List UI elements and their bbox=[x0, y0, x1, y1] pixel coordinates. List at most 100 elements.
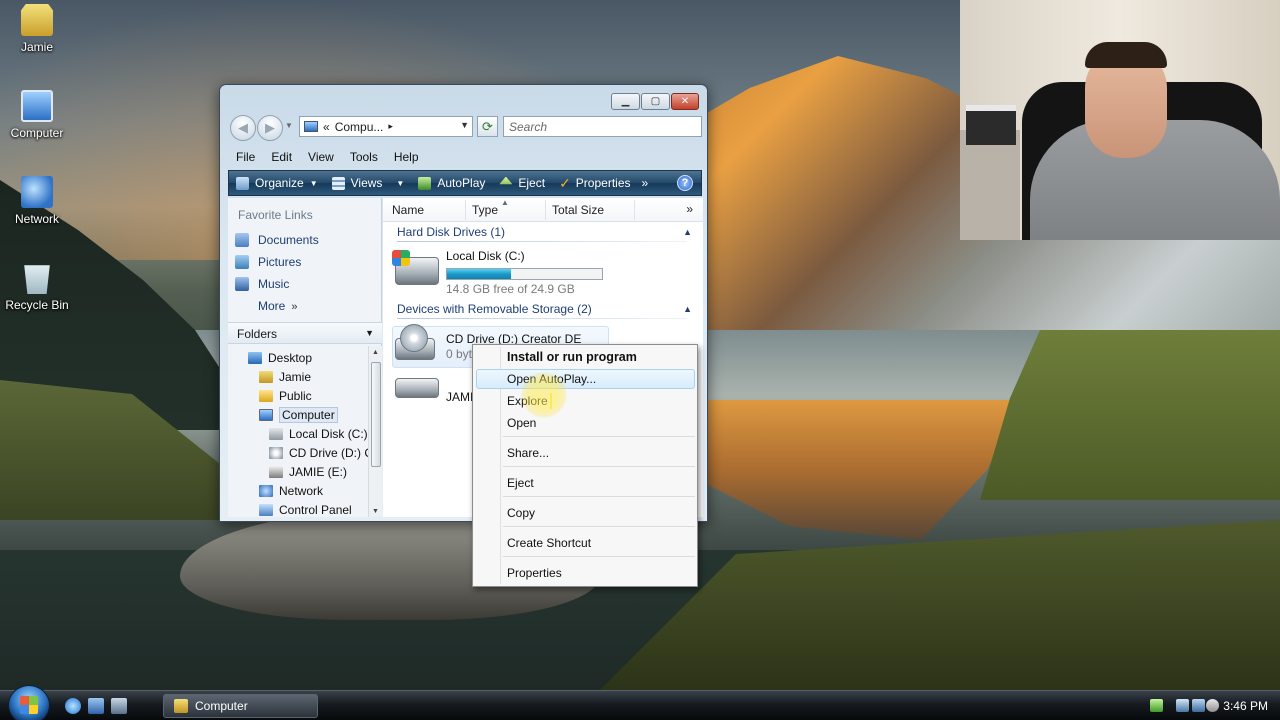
usb-drive-icon[interactable] bbox=[395, 378, 439, 398]
column-divider[interactable] bbox=[465, 200, 466, 220]
desktop-icon-computer[interactable]: Computer bbox=[0, 90, 74, 140]
menu-item-open[interactable]: Open bbox=[507, 416, 536, 430]
menu-item-install-or-run[interactable]: Install or run program bbox=[507, 350, 637, 364]
menu-item-copy[interactable]: Copy bbox=[507, 506, 535, 520]
cd-disc-icon[interactable] bbox=[400, 324, 428, 352]
minimize-button[interactable]: ▁ bbox=[611, 93, 640, 110]
taskbar-button-computer[interactable]: Computer bbox=[163, 694, 318, 718]
properties-button[interactable]: ✓ Properties bbox=[552, 171, 637, 195]
tree-item-desktop[interactable]: Desktop bbox=[248, 348, 312, 367]
tree-item-cd-drive[interactable]: CD Drive (D:) C bbox=[269, 443, 368, 462]
network-icon bbox=[259, 484, 273, 497]
column-name[interactable]: Name bbox=[392, 203, 424, 217]
menu-item-create-shortcut[interactable]: Create Shortcut bbox=[507, 536, 591, 550]
menu-file[interactable]: File bbox=[228, 148, 263, 168]
address-crumb[interactable]: Compu... bbox=[335, 120, 384, 134]
display-icon[interactable] bbox=[1176, 699, 1189, 712]
forward-arrow-icon: ▶ bbox=[265, 120, 275, 135]
menu-separator bbox=[503, 436, 695, 437]
tree-item-network[interactable]: Network bbox=[259, 481, 323, 500]
more-links-button[interactable]: More » bbox=[258, 299, 297, 313]
tree-item-label: Computer bbox=[279, 406, 338, 423]
favorite-pictures[interactable]: Pictures bbox=[235, 255, 301, 269]
tree-item-control-panel[interactable]: Control Panel bbox=[259, 500, 352, 516]
scroll-up-icon[interactable]: ▲ bbox=[372, 349, 379, 356]
group-header-hard-disks[interactable]: Hard Disk Drives (1) bbox=[397, 225, 505, 239]
tree-item-public[interactable]: Public bbox=[259, 386, 312, 405]
organize-button[interactable]: Organize ▼ bbox=[229, 171, 325, 195]
menu-item-properties[interactable]: Properties bbox=[507, 566, 562, 580]
tree-item-label: Desktop bbox=[268, 350, 313, 365]
taskbar: Computer 3:46 PM bbox=[0, 685, 1280, 720]
eject-button[interactable]: Eject bbox=[492, 171, 552, 195]
address-dropdown-icon[interactable]: ▼ bbox=[460, 120, 469, 130]
local-disk-name[interactable]: Local Disk (C:) bbox=[446, 249, 525, 263]
breadcrumb-separator-icon[interactable]: ▸ bbox=[388, 121, 393, 132]
tree-item-local-disk[interactable]: Local Disk (C:) bbox=[269, 424, 368, 443]
folders-header[interactable]: Folders ▼ bbox=[228, 322, 382, 344]
tree-item-jamie[interactable]: Jamie bbox=[259, 367, 311, 386]
cd-drive-size: 0 byt bbox=[446, 347, 473, 361]
hard-disk-icon bbox=[269, 427, 283, 440]
favorite-links-title: Favorite Links bbox=[238, 208, 313, 222]
folder-tree-scrollbar[interactable]: ▲ ▼ bbox=[368, 346, 382, 517]
more-columns-button[interactable]: » bbox=[686, 202, 693, 216]
collapse-group-icon[interactable]: ▲ bbox=[683, 227, 692, 237]
collapse-group-icon[interactable]: ▲ bbox=[683, 304, 692, 314]
desktop-icon-jamie[interactable]: Jamie bbox=[0, 4, 74, 54]
menu-item-eject[interactable]: Eject bbox=[507, 476, 534, 490]
back-button[interactable]: ◀ bbox=[230, 115, 256, 141]
webcam-shelf bbox=[960, 130, 1020, 240]
help-button[interactable]: ? bbox=[677, 175, 693, 191]
column-divider[interactable] bbox=[545, 200, 546, 220]
sort-ascending-icon: ▲ bbox=[501, 198, 509, 207]
chevron-down-icon: ▼ bbox=[365, 328, 374, 338]
favorite-music[interactable]: Music bbox=[235, 277, 289, 291]
scroll-down-icon[interactable]: ▼ bbox=[372, 508, 379, 515]
recent-pages-dropdown[interactable]: ▼ bbox=[285, 121, 293, 130]
menu-help[interactable]: Help bbox=[386, 148, 427, 168]
usb-drive-name[interactable]: JAMI bbox=[446, 390, 473, 404]
column-divider[interactable] bbox=[634, 200, 635, 220]
maximize-button[interactable]: ▢ bbox=[641, 93, 670, 110]
volume-icon[interactable] bbox=[1206, 699, 1219, 712]
views-button[interactable]: Views ▼ bbox=[325, 171, 412, 195]
local-disk-icon[interactable] bbox=[392, 250, 439, 285]
start-button[interactable] bbox=[8, 685, 50, 720]
user-folder-icon bbox=[259, 370, 273, 383]
properties-label: Properties bbox=[575, 176, 631, 190]
tree-item-computer[interactable]: Computer bbox=[259, 405, 338, 424]
group-divider bbox=[397, 318, 687, 319]
close-icon: ✕ bbox=[680, 96, 690, 107]
scrollbar-thumb[interactable] bbox=[371, 362, 381, 467]
favorite-documents[interactable]: Documents bbox=[235, 233, 319, 247]
group-header-removable[interactable]: Devices with Removable Storage (2) bbox=[397, 302, 592, 316]
address-bar[interactable]: « Compu... ▸ ▼ bbox=[299, 116, 473, 137]
clock[interactable]: 3:46 PM bbox=[1223, 699, 1268, 713]
desktop-icon-label: Jamie bbox=[20, 40, 53, 54]
menu-item-share[interactable]: Share... bbox=[507, 446, 549, 460]
close-button[interactable]: ✕ bbox=[671, 93, 699, 110]
security-icon[interactable] bbox=[1150, 699, 1163, 712]
internet-explorer-icon[interactable] bbox=[65, 698, 81, 714]
forward-button[interactable]: ▶ bbox=[257, 115, 283, 141]
switch-windows-icon[interactable] bbox=[111, 698, 127, 714]
desktop-icon-recycle-bin[interactable]: Recycle Bin bbox=[0, 262, 74, 312]
column-type[interactable]: Type bbox=[472, 203, 498, 217]
show-desktop-icon[interactable] bbox=[88, 698, 104, 714]
folders-title: Folders bbox=[237, 327, 278, 341]
menu-view[interactable]: View bbox=[300, 148, 342, 168]
menu-edit[interactable]: Edit bbox=[263, 148, 300, 168]
search-input[interactable]: Search bbox=[503, 116, 702, 137]
address-overflow[interactable]: « bbox=[323, 120, 330, 134]
autoplay-button[interactable]: AutoPlay bbox=[411, 171, 492, 195]
system-tray: 3:46 PM bbox=[1140, 691, 1280, 720]
tree-item-usb-drive[interactable]: JAMIE (E:) bbox=[269, 462, 347, 481]
refresh-button[interactable]: ⟳ bbox=[477, 116, 498, 137]
desktop-icon-network[interactable]: Network bbox=[0, 176, 74, 226]
network-status-icon[interactable] bbox=[1192, 699, 1205, 712]
menu-tools[interactable]: Tools bbox=[342, 148, 386, 168]
help-icon: ? bbox=[681, 177, 689, 189]
toolbar-overflow-button[interactable]: » bbox=[642, 176, 649, 190]
column-total-size[interactable]: Total Size bbox=[552, 203, 604, 217]
